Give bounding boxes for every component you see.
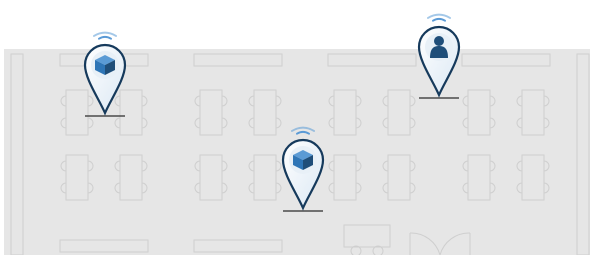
signal-icon xyxy=(427,13,451,22)
signal-icon xyxy=(93,31,117,40)
floor-plan-diagram xyxy=(0,0,590,255)
